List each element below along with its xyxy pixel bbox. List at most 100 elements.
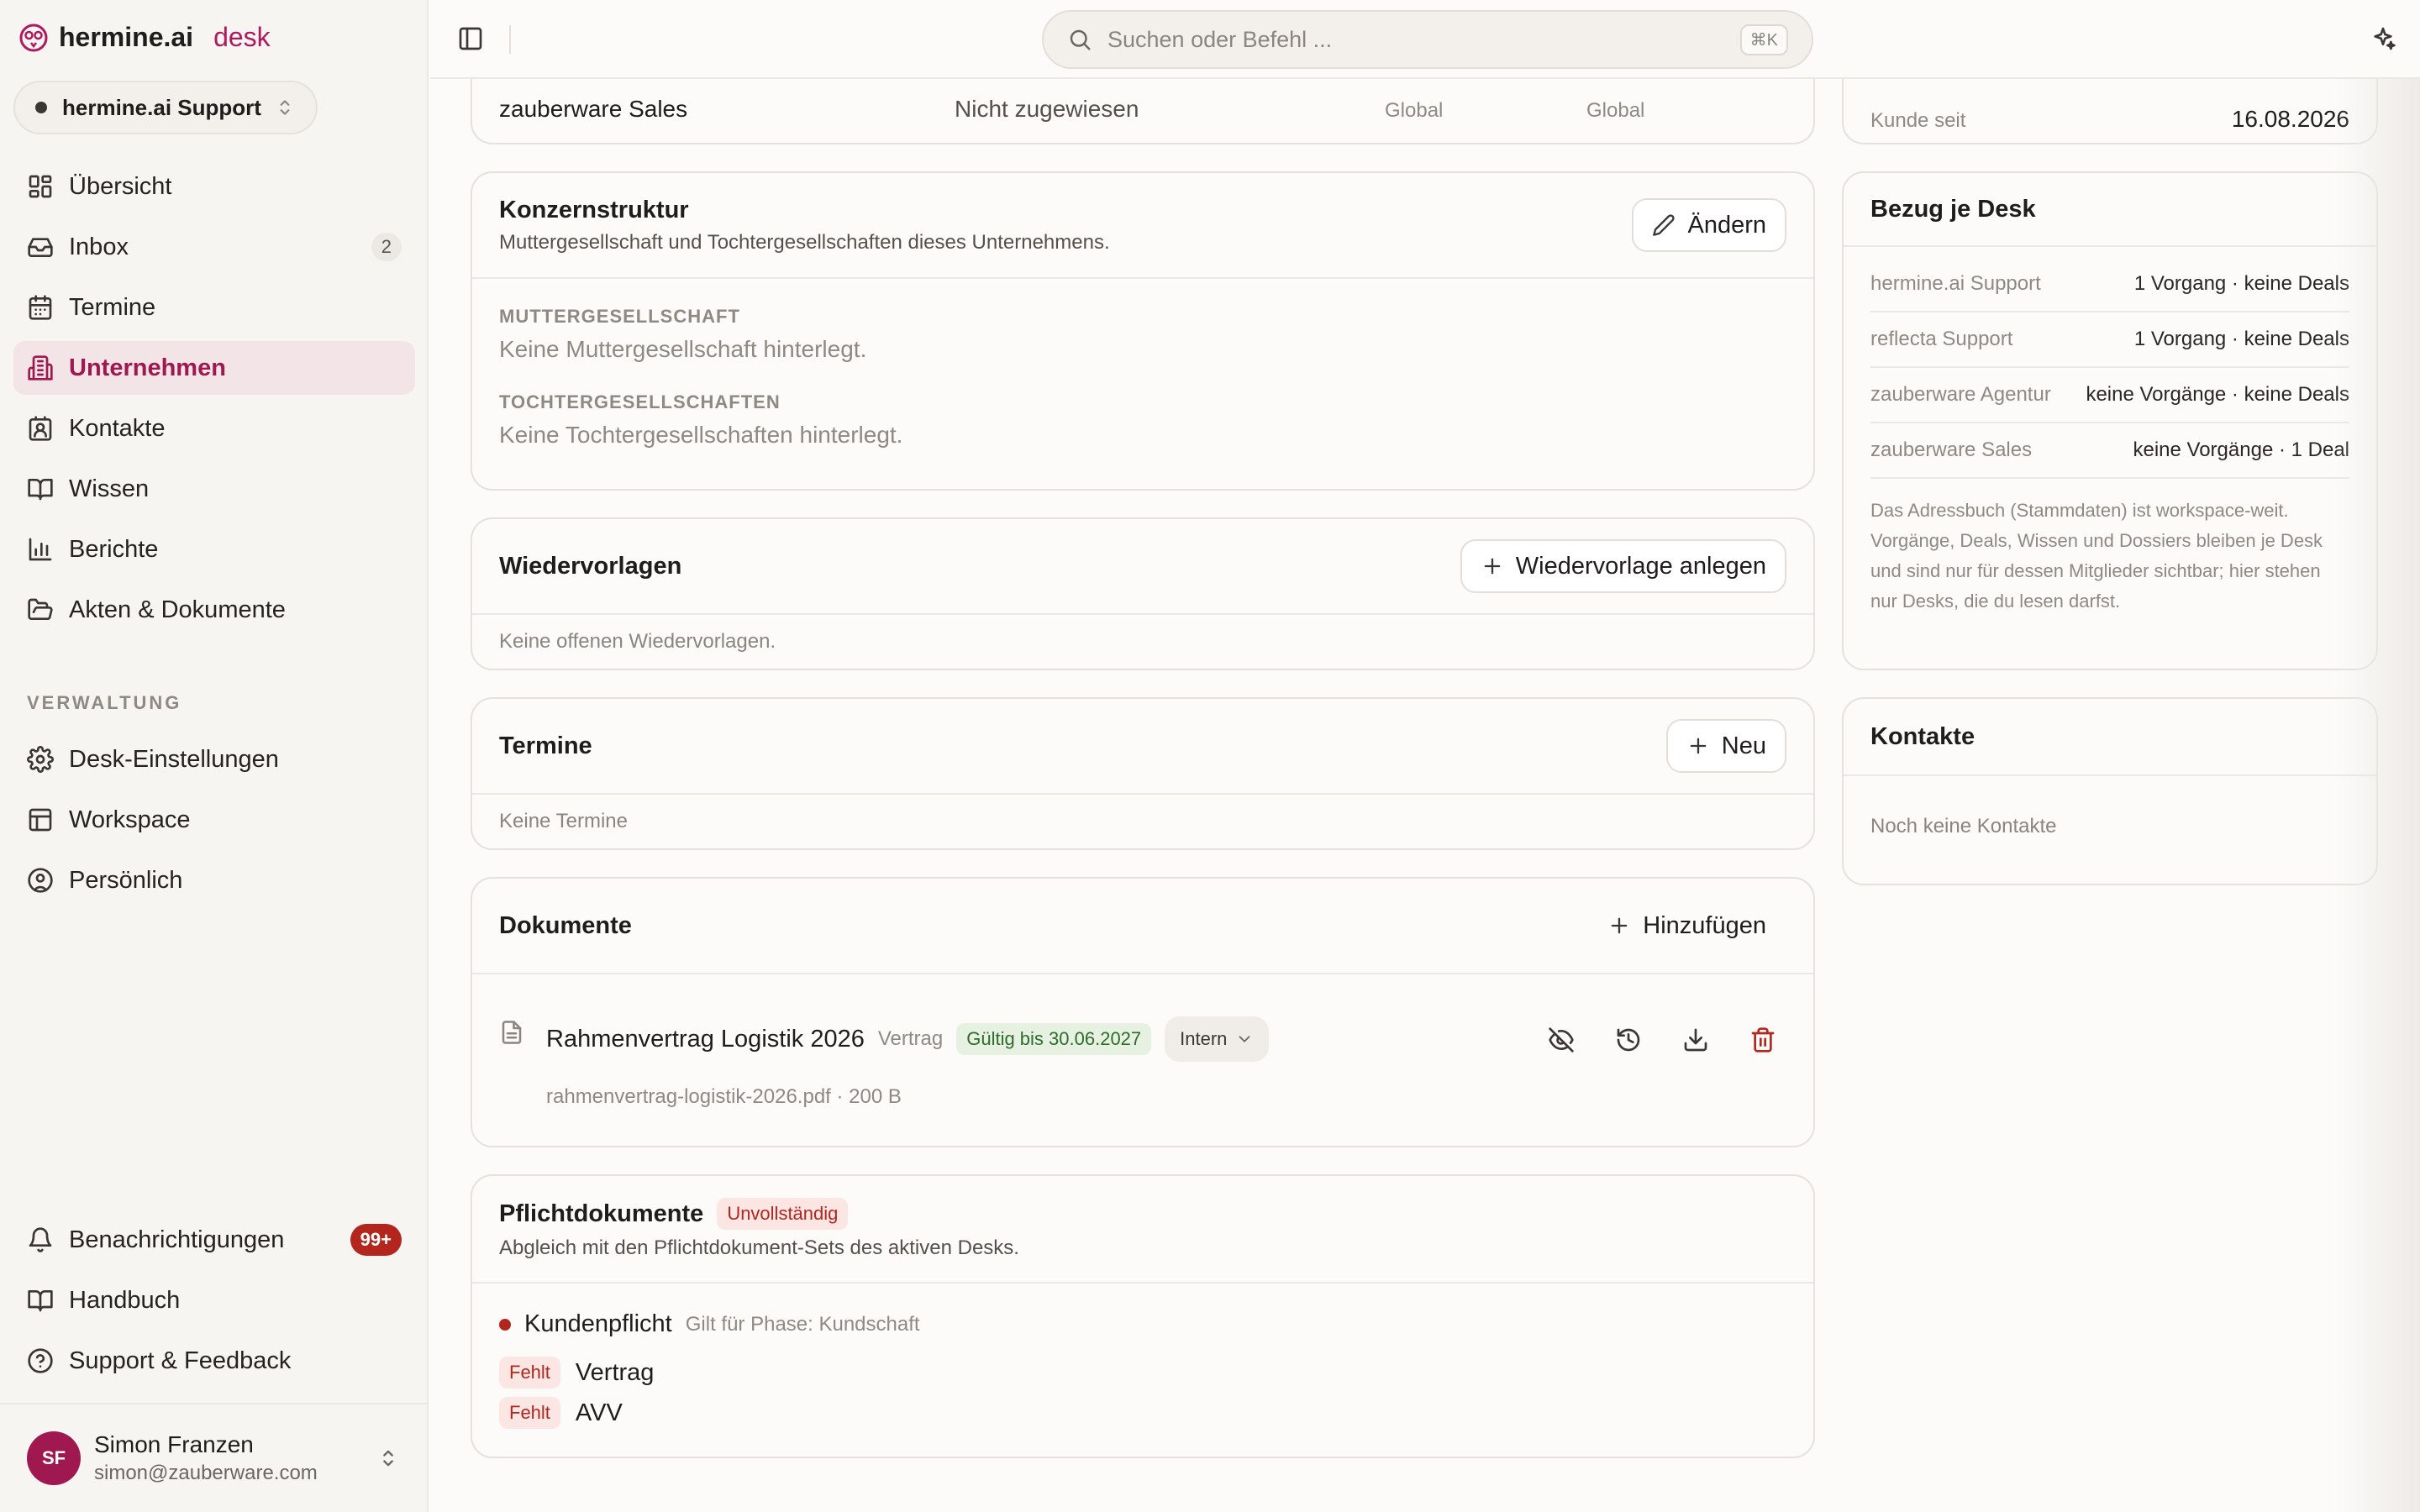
download-button[interactable]	[1672, 1016, 1719, 1063]
create-followup-button[interactable]: Wiedervorlage anlegen	[1460, 539, 1786, 593]
nav-label: Desk-Einstellungen	[69, 745, 279, 773]
desk-summary: keine Vorgänge · 1 Deal	[2133, 438, 2349, 461]
group-structure-card: Konzernstruktur Muttergesellschaft und T…	[471, 171, 1815, 491]
assignment-scope: Global	[1385, 99, 1444, 122]
nav-label: Übersicht	[69, 172, 172, 200]
table-row: zauberware Sales keine Vorgänge · 1 Deal	[1870, 423, 2349, 479]
visibility-select[interactable]: Intern	[1165, 1016, 1270, 1062]
followups-empty: Keine offenen Wiedervorlagen.	[499, 630, 776, 653]
brand[interactable]: hermine.ai desk	[18, 22, 271, 53]
required-doc-name: AVV	[575, 1399, 623, 1426]
plus-icon	[1484, 558, 1501, 575]
nav-item-overview[interactable]: Übersicht	[13, 160, 415, 213]
nav-label: Unternehmen	[69, 354, 226, 381]
history-button[interactable]	[1605, 1016, 1652, 1063]
nav-item-manual[interactable]: Handbuch	[13, 1273, 415, 1327]
ai-sparkle-button[interactable]	[2370, 25, 2396, 52]
user-circle-icon	[28, 868, 53, 893]
card-title: Konzernstruktur	[499, 196, 689, 223]
desk-name: zauberware Agentur	[1870, 383, 2051, 406]
subsidiaries-empty: Keine Tochtergesellschaften hinterlegt.	[499, 422, 903, 448]
nav-label: Termine	[69, 293, 156, 321]
sparkle-icon	[2374, 27, 2396, 50]
assignment-status[interactable]: Nicht zugewiesen	[955, 96, 1139, 123]
nav-item-notifications[interactable]: Benachrichtigungen 99+	[13, 1213, 415, 1267]
eye-off-icon	[1549, 1027, 1574, 1053]
nav-item-knowledge[interactable]: Wissen	[13, 462, 415, 516]
create-followup-label: Wiedervorlage anlegen	[1515, 552, 1766, 580]
gear-icon	[27, 746, 54, 773]
document-type: Vertrag	[877, 1027, 944, 1050]
add-document-button[interactable]: Hinzufügen	[1587, 899, 1786, 953]
followups-card: Wiedervorlagen Wiedervorlage anlegen Kei…	[471, 517, 1815, 670]
validity-badge: Gültig bis 30.06.2027	[956, 1023, 1152, 1055]
nav-item-contacts[interactable]: Kontakte	[13, 402, 415, 455]
sidebar-toggle-button[interactable]	[457, 25, 484, 52]
delete-button[interactable]	[1739, 1016, 1786, 1063]
search-input[interactable]	[1107, 26, 1725, 53]
inbox-count-badge: 2	[371, 233, 402, 261]
book-open-icon	[28, 479, 53, 501]
nav-label: Berichte	[69, 535, 159, 563]
nav-item-inbox[interactable]: Inbox 2	[13, 220, 415, 274]
card-title: Pflichtdokumente	[499, 1200, 704, 1227]
card-title: Termine	[499, 732, 592, 759]
brand-accent: desk	[213, 22, 271, 52]
bell-icon	[29, 1227, 52, 1252]
nav-item-appointments[interactable]: Termine	[13, 281, 415, 334]
assignment-scope: Global	[1586, 99, 1645, 122]
nav-item-files[interactable]: Akten & Dokumente	[13, 583, 415, 637]
file-text-icon	[502, 1021, 522, 1044]
nav-label: Wissen	[69, 475, 150, 502]
new-appointment-label: Neu	[1721, 732, 1766, 759]
nav-item-desk-settings[interactable]: Desk-Einstellungen	[13, 732, 415, 786]
desk-summary: 1 Vorgang · keine Deals	[2133, 272, 2349, 295]
edit-button[interactable]: Ändern	[1632, 198, 1786, 252]
user-menu[interactable]: SF Simon Franzen simon@zauberware.com	[0, 1403, 427, 1512]
hide-document-button[interactable]	[1538, 1016, 1585, 1063]
appointments-card: Termine Neu Keine Termine	[471, 697, 1815, 850]
nav-label: Kontakte	[69, 414, 166, 442]
avatar: SF	[27, 1431, 81, 1485]
divider	[509, 25, 511, 54]
shortcut-hint: ⌘K	[1739, 24, 1788, 55]
nav-label: Benachrichtigungen	[69, 1226, 285, 1253]
document-file-meta: rahmenvertrag-logistik-2026.pdf · 200 B	[546, 1085, 902, 1108]
search-bar[interactable]: ⌘K	[1042, 10, 1813, 69]
user-email: simon@zauberware.com	[94, 1462, 318, 1484]
nav-item-companies[interactable]: Unternehmen	[13, 341, 415, 395]
per-desk-note: Das Adressbuch (Stammdaten) ist workspac…	[1870, 500, 2323, 612]
nav-item-support[interactable]: Support & Feedback	[13, 1334, 415, 1388]
documents-card: Dokumente Hinzufügen Rahmenvertrag Logis…	[471, 877, 1815, 1147]
parent-company-empty: Keine Muttergesellschaft hinterlegt.	[499, 336, 867, 362]
visibility-value: Intern	[1180, 1028, 1228, 1049]
desk-switcher[interactable]: hermine.ai Support	[13, 81, 318, 134]
footer-nav: Benachrichtigungen 99+ Handbuch Support …	[13, 1213, 415, 1394]
nav-item-workspace[interactable]: Workspace	[13, 793, 415, 847]
new-appointment-button[interactable]: Neu	[1665, 719, 1786, 773]
card-title: Kontakte	[1870, 722, 1975, 750]
table-row: hermine.ai Support 1 Vorgang · keine Deal…	[1870, 257, 2349, 312]
card-title: Wiedervorlagen	[499, 552, 682, 580]
desk-switcher-label: hermine.ai Support	[62, 94, 261, 120]
desk-summary: 1 Vorgang · keine Deals	[2133, 328, 2349, 350]
folder-open-icon	[28, 598, 53, 620]
assignment-desk: zauberware Sales	[499, 96, 688, 122]
document-row[interactable]: Rahmenvertrag Logistik 2026 Vertrag Gült…	[472, 974, 1813, 1147]
user-name: Simon Franzen	[94, 1431, 254, 1457]
pencil-icon	[1653, 214, 1676, 236]
main-nav: Übersicht Inbox 2 Termine Unternehmen Ko…	[13, 160, 415, 643]
desk-name: zauberware Sales	[1870, 438, 2033, 461]
required-set-name: Kundenpflicht	[524, 1310, 672, 1337]
sidebar: hermine.ai desk hermine.ai Support Übersi…	[0, 0, 429, 1512]
list-item: Fehlt Vertrag	[499, 1357, 1786, 1389]
table-row: reflecta Support 1 Vorgang · keine Deals	[1870, 312, 2349, 368]
document-name[interactable]: Rahmenvertrag Logistik 2026	[546, 1026, 865, 1053]
card-title: Dokumente	[499, 911, 632, 939]
history-icon	[1617, 1028, 1640, 1052]
customer-since-value: 16.08.2026	[2231, 106, 2349, 132]
nav-item-reports[interactable]: Berichte	[13, 522, 415, 576]
nav-item-personal[interactable]: Persönlich	[13, 853, 415, 907]
desk-name: reflecta Support	[1870, 328, 2013, 350]
layout-icon	[29, 808, 52, 832]
